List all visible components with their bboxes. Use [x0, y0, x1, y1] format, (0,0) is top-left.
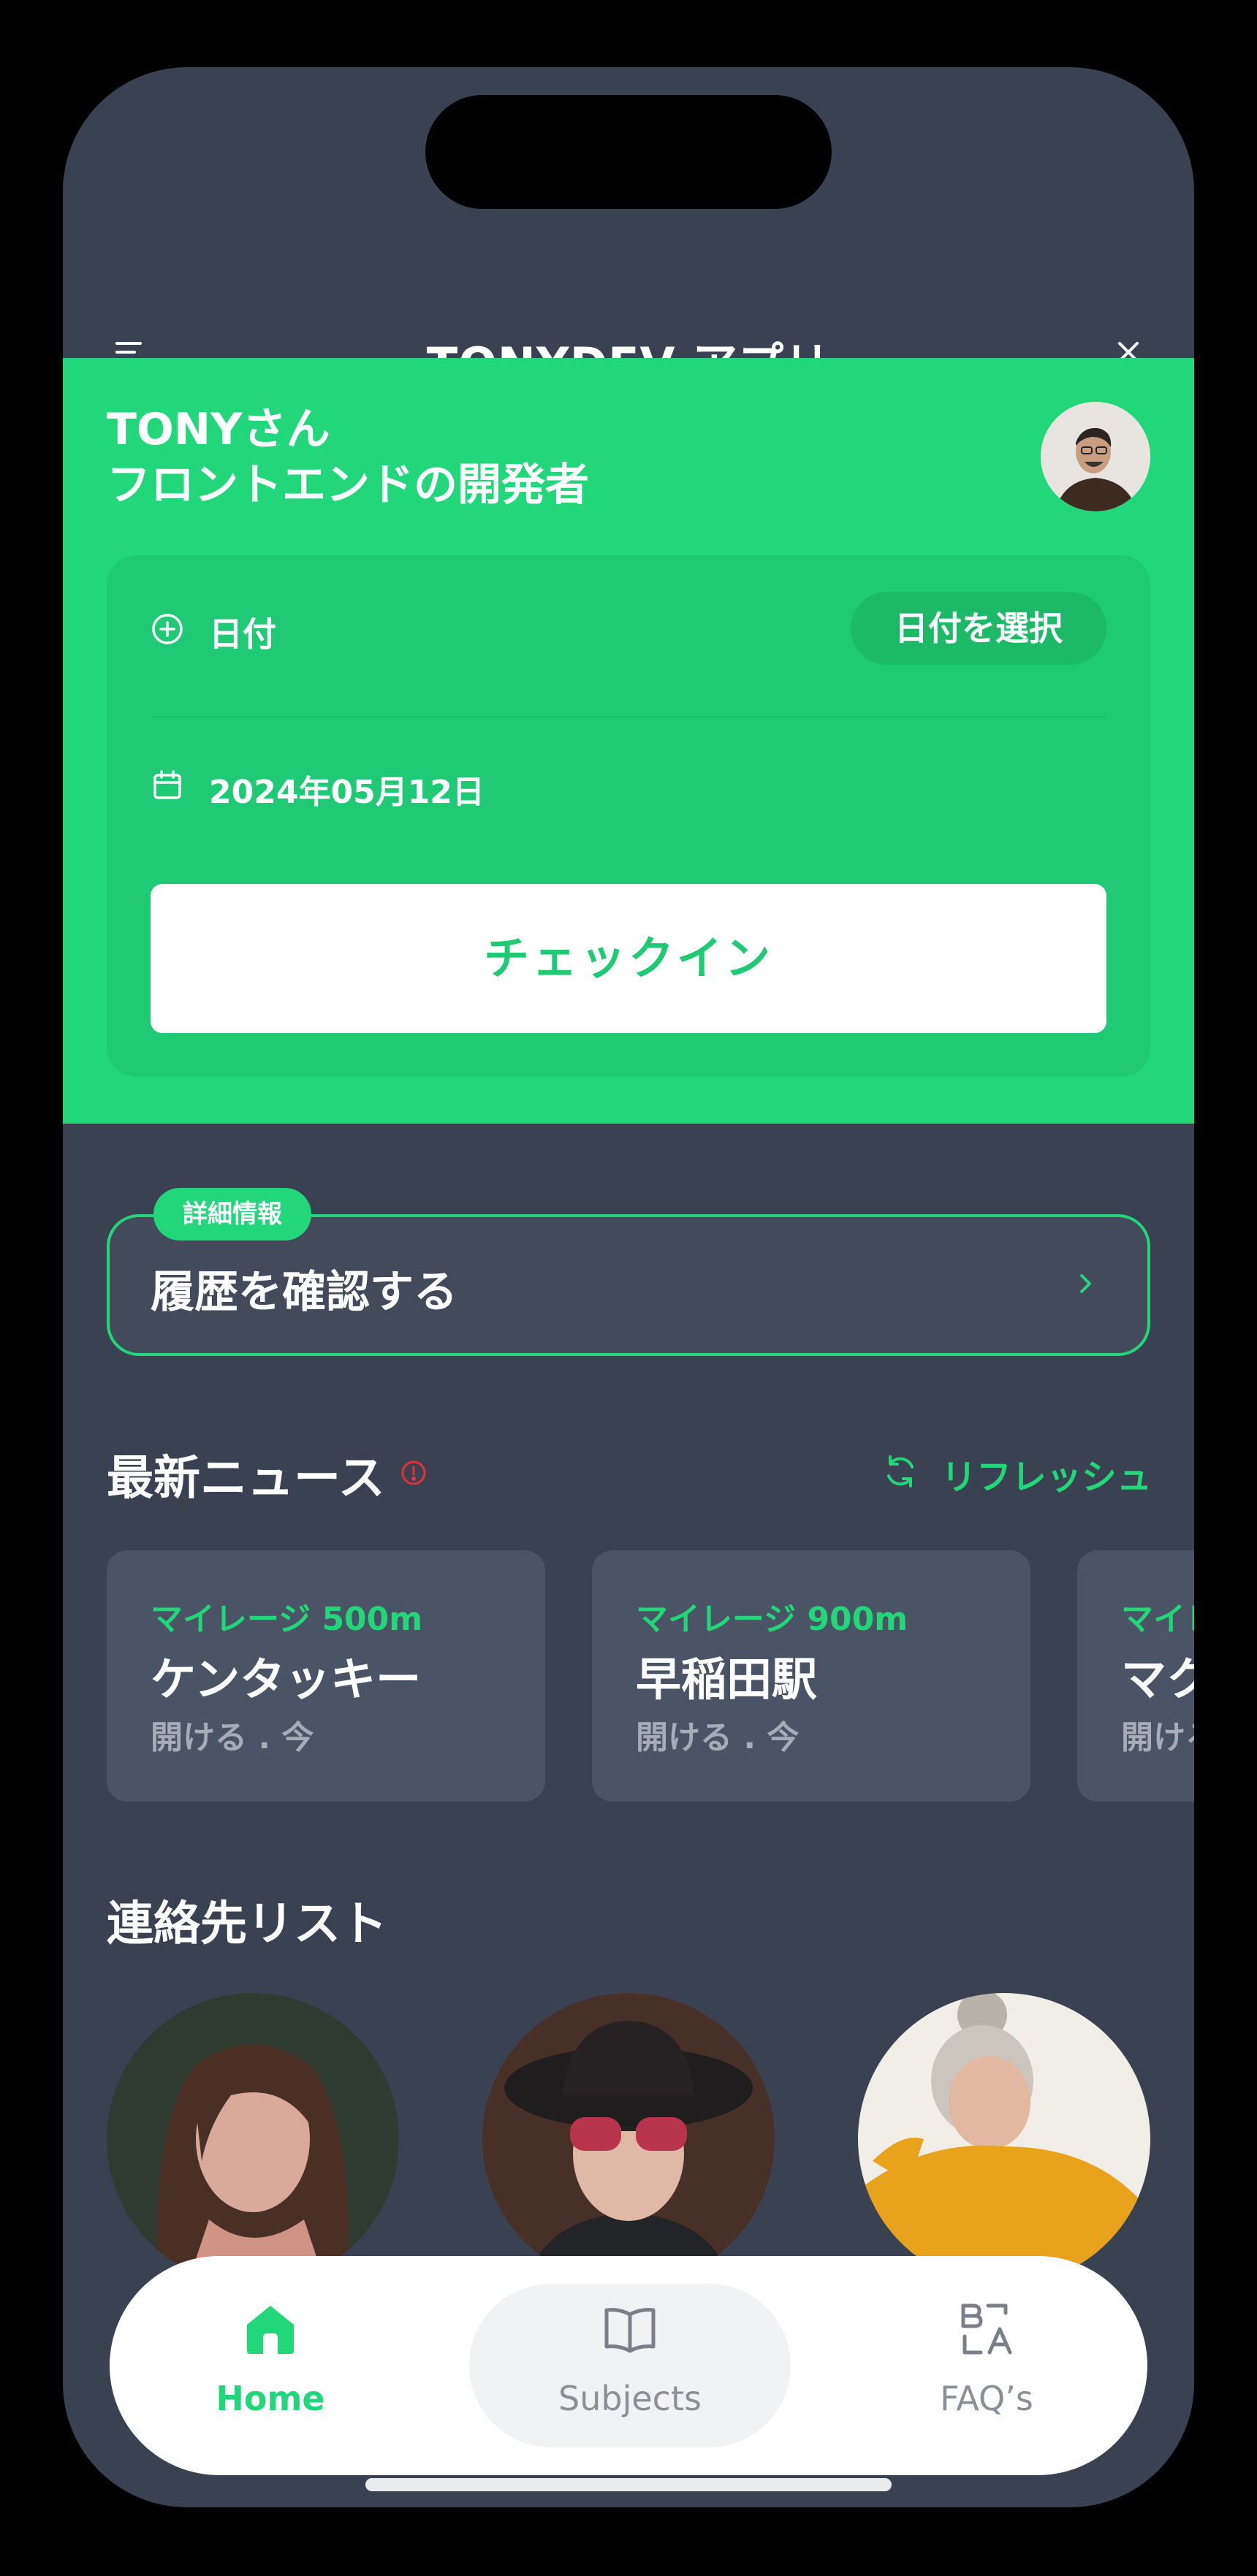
news-place: マク — [1121, 1653, 1194, 1706]
news-time: 開ける — [1121, 1719, 1194, 1756]
details-badge: 詳細情報 — [153, 1188, 311, 1241]
user-role: フロントエンドの開発者 — [107, 460, 589, 511]
select-date-button[interactable]: 日付を選択 — [851, 592, 1106, 665]
chevron-right-icon — [1067, 1265, 1104, 1302]
nav-home-label: Home — [216, 2379, 325, 2418]
news-time: 開ける . 今 — [151, 1719, 314, 1756]
contact-avatar[interactable] — [858, 1993, 1150, 2285]
book-icon — [601, 2300, 659, 2358]
user-avatar[interactable] — [1041, 402, 1150, 511]
news-mileage: マイレージ — [1121, 1601, 1194, 1638]
app-screen: TONYDEV アプリ TONYさん フロントエンドの開発者 — [63, 67, 1194, 2507]
news-place: 早稲田駅 — [636, 1653, 818, 1706]
checkin-hero: TONYさん フロントエンドの開発者 日付 日付を選択 2024年05月12日 … — [63, 358, 1194, 1124]
phone-frame: TONYDEV アプリ TONYさん フロントエンドの開発者 — [0, 0, 1257, 2576]
plus-circle-icon — [151, 612, 184, 646]
translate-icon — [957, 2300, 1016, 2358]
card-divider — [151, 716, 1106, 717]
checkin-button[interactable]: チェックイン — [151, 884, 1106, 1033]
refresh-label: リフレッシュ — [941, 1457, 1152, 1498]
nav-faq-label: FAQ’s — [940, 2379, 1033, 2418]
info-icon[interactable] — [399, 1458, 428, 1487]
calendar-icon — [151, 769, 184, 802]
contact-avatar[interactable] — [482, 1993, 775, 2285]
home-indicator — [365, 2478, 892, 2491]
contacts-section-title: 連絡先リスト — [107, 1897, 387, 1951]
dynamic-island — [425, 95, 832, 209]
user-greeting: TONYさん フロントエンドの開発者 — [107, 402, 589, 513]
news-card[interactable]: マイレージ マク 開ける — [1077, 1550, 1194, 1802]
news-mileage: マイレージ 500m — [151, 1601, 423, 1638]
contact-avatar[interactable] — [107, 1993, 399, 2285]
history-card[interactable]: 詳細情報 履歴を確認する — [107, 1188, 1150, 1356]
nav-home[interactable]: Home — [110, 2256, 431, 2475]
news-card[interactable]: マイレージ 500m ケンタッキー 開ける . 今 — [107, 1550, 545, 1802]
news-card[interactable]: マイレージ 900m 早稲田駅 開ける . 今 — [592, 1550, 1030, 1802]
news-place: ケンタッキー — [151, 1653, 422, 1706]
refresh-button[interactable]: リフレッシュ — [880, 1445, 1152, 1498]
date-row: 日付 日付を選択 — [151, 592, 1106, 665]
history-label: 履歴を確認する — [151, 1267, 457, 1318]
date-label: 日付 — [209, 614, 276, 654]
news-section-title: 最新ニュース — [107, 1452, 385, 1506]
nav-faq[interactable]: FAQ’s — [826, 2256, 1147, 2475]
user-name: TONYさん — [107, 404, 330, 455]
bottom-navigation: Home Subjects FAQ’s — [110, 2256, 1147, 2475]
home-icon — [241, 2300, 300, 2358]
refresh-icon — [880, 1451, 921, 1492]
nav-subjects[interactable]: Subjects — [469, 2256, 791, 2475]
news-time: 開ける . 今 — [636, 1719, 800, 1756]
news-mileage: マイレージ 900m — [636, 1601, 908, 1638]
selected-date-row: 2024年05月12日 — [151, 752, 1106, 818]
selected-date: 2024年05月12日 — [209, 774, 485, 811]
date-card: 日付 日付を選択 2024年05月12日 チェックイン — [107, 555, 1150, 1077]
nav-subjects-label: Subjects — [558, 2379, 702, 2418]
